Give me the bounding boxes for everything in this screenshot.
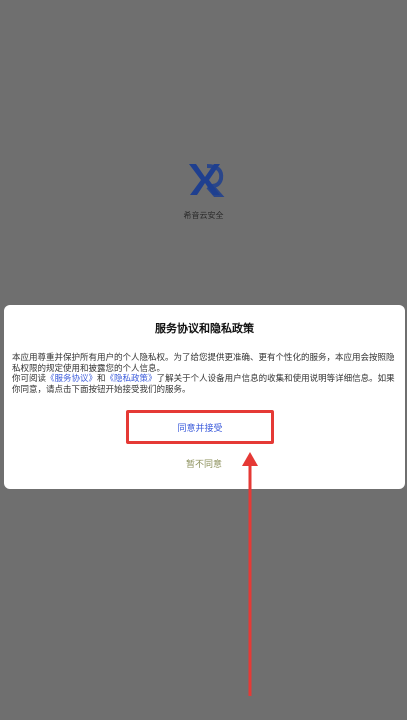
service-agreement-link[interactable]: 《服务协议》 bbox=[46, 374, 97, 384]
red-arrow-icon bbox=[242, 452, 258, 696]
agreement-prefix: 你可阅读 bbox=[12, 374, 47, 384]
privacy-policy-link[interactable]: 《隐私政策》 bbox=[106, 374, 157, 384]
agree-accept-button[interactable]: 同意并接受 bbox=[126, 410, 274, 444]
app-name: 希音云安全 bbox=[183, 211, 224, 220]
privacy-paragraph: 本应用尊重并保护所有用户的个人隐私权。为了给您提供更准确、更有个性化的服务，本应… bbox=[12, 353, 395, 374]
privacy-dialog: 服务协议和隐私政策 本应用尊重并保护所有用户的个人隐私权。为了给您提供更准确、更… bbox=[4, 305, 405, 489]
dialog-body: 本应用尊重并保护所有用户的个人隐私权。为了给您提供更准确、更有个性化的服务，本应… bbox=[12, 353, 397, 395]
xr-logo-icon bbox=[189, 164, 225, 197]
dialog-title: 服务协议和隐私政策 bbox=[155, 322, 254, 335]
agreement-and: 和 bbox=[97, 374, 106, 384]
disagree-button[interactable]: 暂不同意 bbox=[164, 455, 244, 471]
agreement-paragraph: 你可阅读《服务协议》和《隐私政策》了解关于个人设备用户信息的收集和使用说明等详细… bbox=[12, 374, 397, 395]
